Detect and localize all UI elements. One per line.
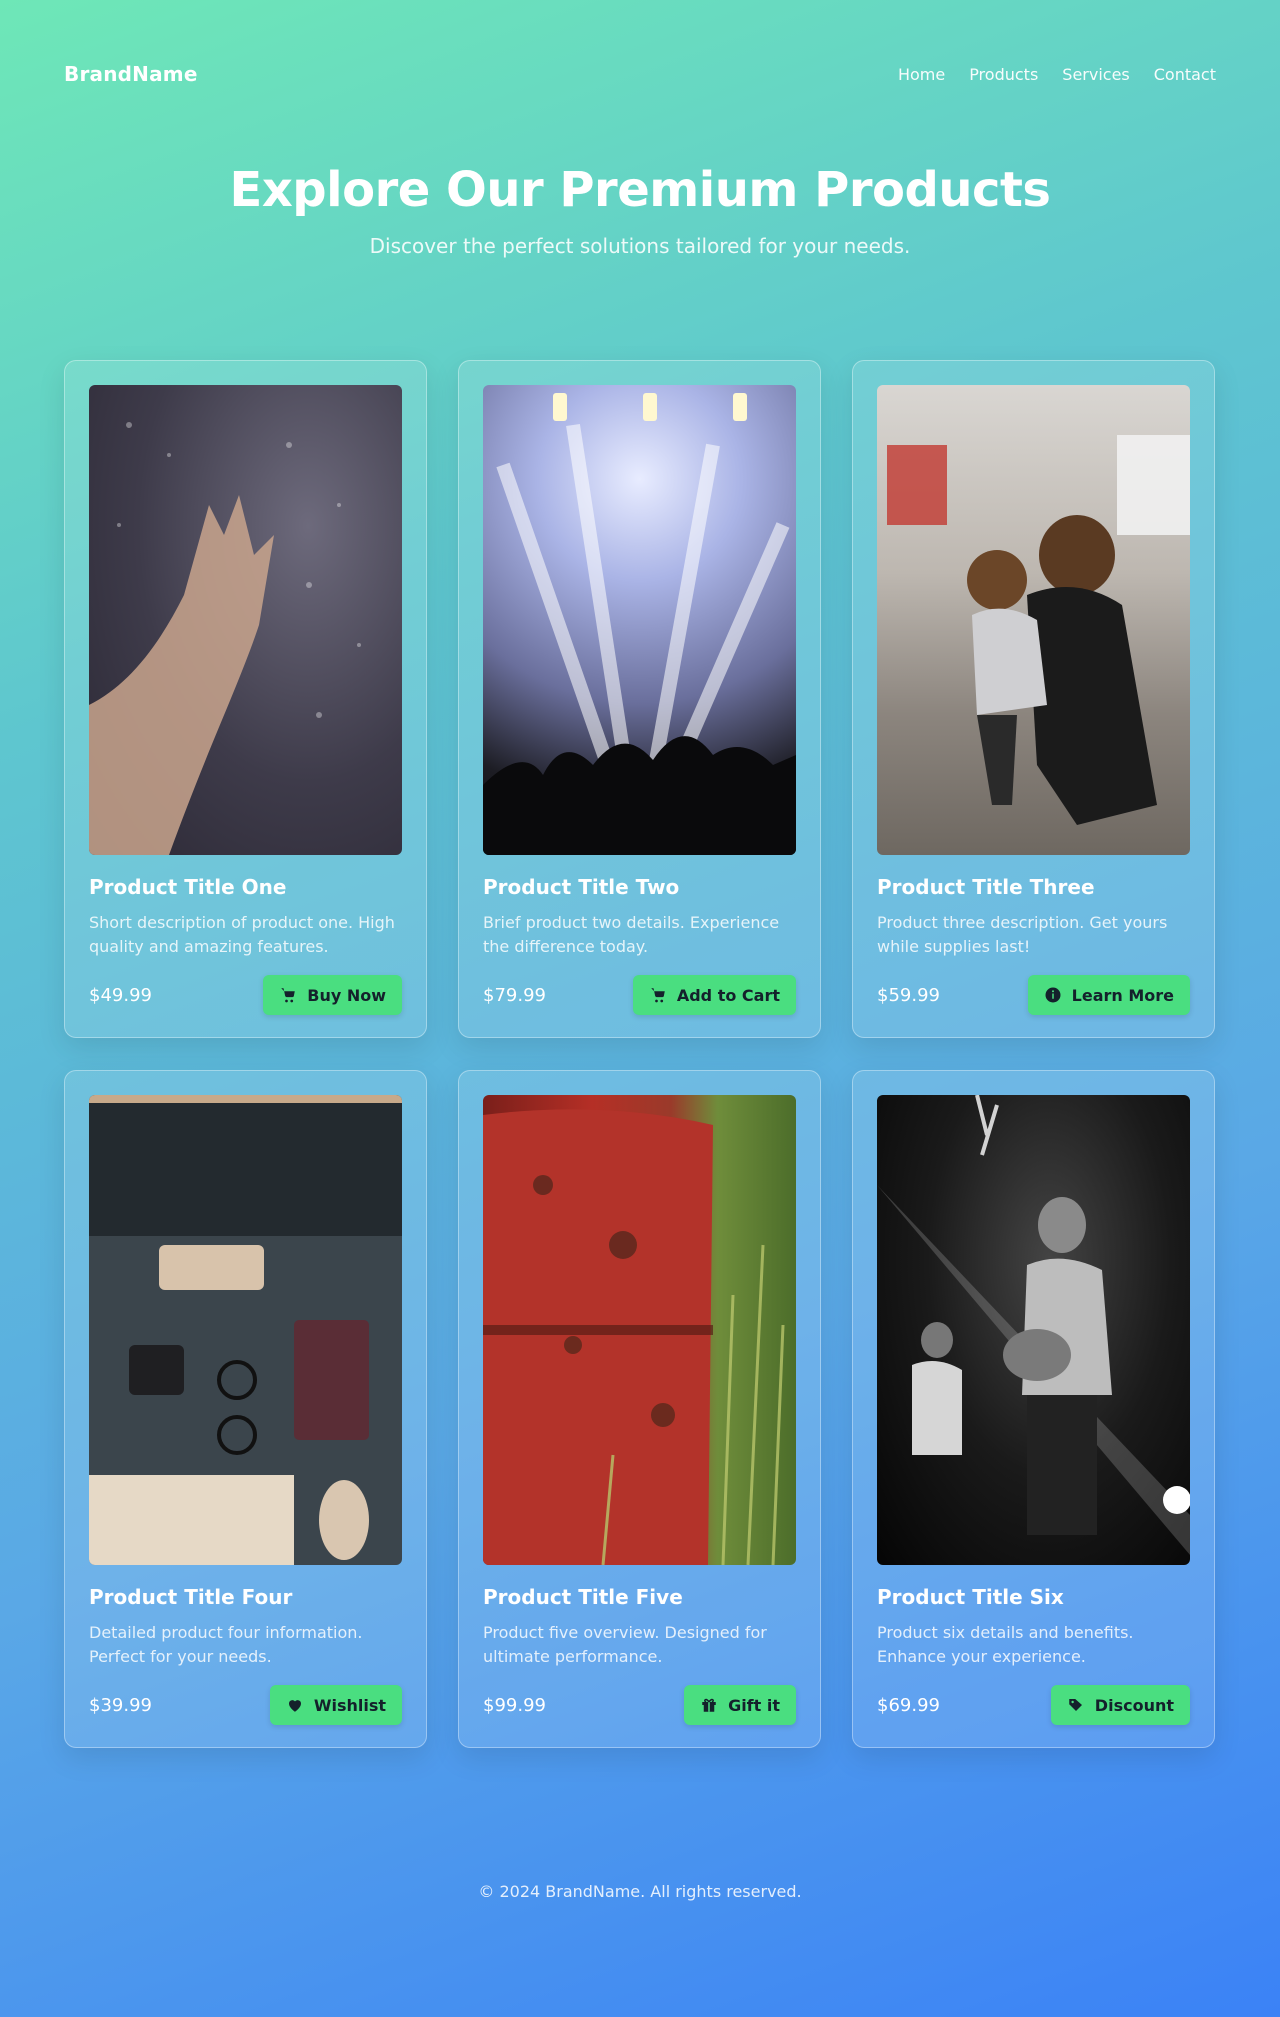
brand-logo[interactable]: BrandName bbox=[64, 62, 198, 86]
info-icon bbox=[1045, 987, 1061, 1003]
product-card: Product Title Three Product three descri… bbox=[852, 360, 1215, 1038]
product-image bbox=[483, 385, 796, 855]
button-label: Discount bbox=[1094, 1695, 1174, 1715]
heart-icon bbox=[288, 1700, 301, 1712]
product-description: Product five overview. Designed for ulti… bbox=[483, 1623, 767, 1666]
product-price: $69.99 bbox=[877, 1694, 940, 1716]
product-description: Brief product two details. Experience th… bbox=[483, 913, 780, 956]
gift-it-button[interactable]: Gift it bbox=[684, 1685, 796, 1725]
product-description: Product three description. Get yours whi… bbox=[877, 913, 1168, 956]
product-price: $99.99 bbox=[483, 1694, 546, 1716]
add-to-cart-button[interactable]: Add to Cart bbox=[632, 975, 796, 1015]
product-image bbox=[877, 1095, 1190, 1565]
button-label: Learn More bbox=[1071, 985, 1174, 1005]
product-price: $39.99 bbox=[89, 1694, 152, 1716]
learn-more-button[interactable]: Learn More bbox=[1027, 975, 1190, 1015]
product-footer: $59.99 Learn More bbox=[877, 975, 1190, 1015]
product-title: Product Title Four bbox=[89, 1585, 293, 1609]
top-nav: BrandName Home Products Services Contact bbox=[64, 62, 1216, 86]
button-label: Gift it bbox=[728, 1695, 780, 1715]
product-price: $79.99 bbox=[483, 984, 546, 1006]
hero-subtitle: Discover the perfect solutions tailored … bbox=[369, 234, 911, 258]
product-title: Product Title Three bbox=[877, 875, 1095, 899]
button-label: Wishlist bbox=[313, 1695, 386, 1715]
product-card: Product Title Six Product six details an… bbox=[852, 1070, 1215, 1748]
cart-icon bbox=[651, 988, 665, 1003]
product-description: Short description of product one. High q… bbox=[89, 913, 395, 956]
product-card: Product Title One Short description of p… bbox=[64, 360, 427, 1038]
product-footer: $69.99 Discount bbox=[877, 1685, 1190, 1725]
product-card: Product Title Two Brief product two deta… bbox=[458, 360, 821, 1038]
buy-now-button[interactable]: Buy Now bbox=[263, 975, 402, 1015]
product-card: Product Title Five Product five overview… bbox=[458, 1070, 821, 1748]
nav-link-services[interactable]: Services bbox=[1062, 65, 1129, 84]
nav-link-products[interactable]: Products bbox=[969, 65, 1038, 84]
product-card: Product Title Four Detailed product four… bbox=[64, 1070, 427, 1748]
product-image bbox=[89, 1095, 402, 1565]
product-image bbox=[877, 385, 1190, 855]
nav-link-contact[interactable]: Contact bbox=[1154, 65, 1216, 84]
product-footer: $39.99 Wishlist bbox=[89, 1685, 402, 1725]
product-price: $49.99 bbox=[89, 984, 152, 1006]
button-label: Add to Cart bbox=[676, 985, 780, 1005]
product-footer: $49.99 Buy Now bbox=[89, 975, 402, 1015]
product-title: Product Title One bbox=[89, 875, 287, 899]
product-description: Product six details and benefits. Enhanc… bbox=[877, 1623, 1134, 1666]
product-footer: $99.99 Gift it bbox=[483, 1685, 796, 1725]
wishlist-button[interactable]: Wishlist bbox=[269, 1685, 402, 1725]
product-title: Product Title Six bbox=[877, 1585, 1064, 1609]
footer: © 2024 BrandName. All rights reserved. bbox=[478, 1882, 802, 1901]
button-label: Buy Now bbox=[307, 985, 386, 1005]
product-image bbox=[483, 1095, 796, 1565]
nav-link-home[interactable]: Home bbox=[898, 65, 945, 84]
product-title: Product Title Five bbox=[483, 1585, 683, 1609]
hero-title: Explore Our Premium Products bbox=[229, 162, 1051, 218]
product-title: Product Title Two bbox=[483, 875, 680, 899]
gift-icon bbox=[702, 1698, 716, 1712]
nav-links: Home Products Services Contact bbox=[898, 65, 1216, 84]
product-footer: $79.99 Add to Cart bbox=[483, 975, 796, 1015]
product-price: $59.99 bbox=[877, 984, 940, 1006]
product-image bbox=[89, 385, 402, 855]
tag-icon bbox=[1069, 1699, 1082, 1711]
discount-button[interactable]: Discount bbox=[1050, 1685, 1190, 1725]
cart-icon bbox=[281, 988, 295, 1003]
hero: Explore Our Premium Products Discover th… bbox=[0, 162, 1280, 258]
product-grid: Product Title One Short description of p… bbox=[64, 360, 1216, 1748]
product-description: Detailed product four information. Perfe… bbox=[89, 1623, 363, 1666]
